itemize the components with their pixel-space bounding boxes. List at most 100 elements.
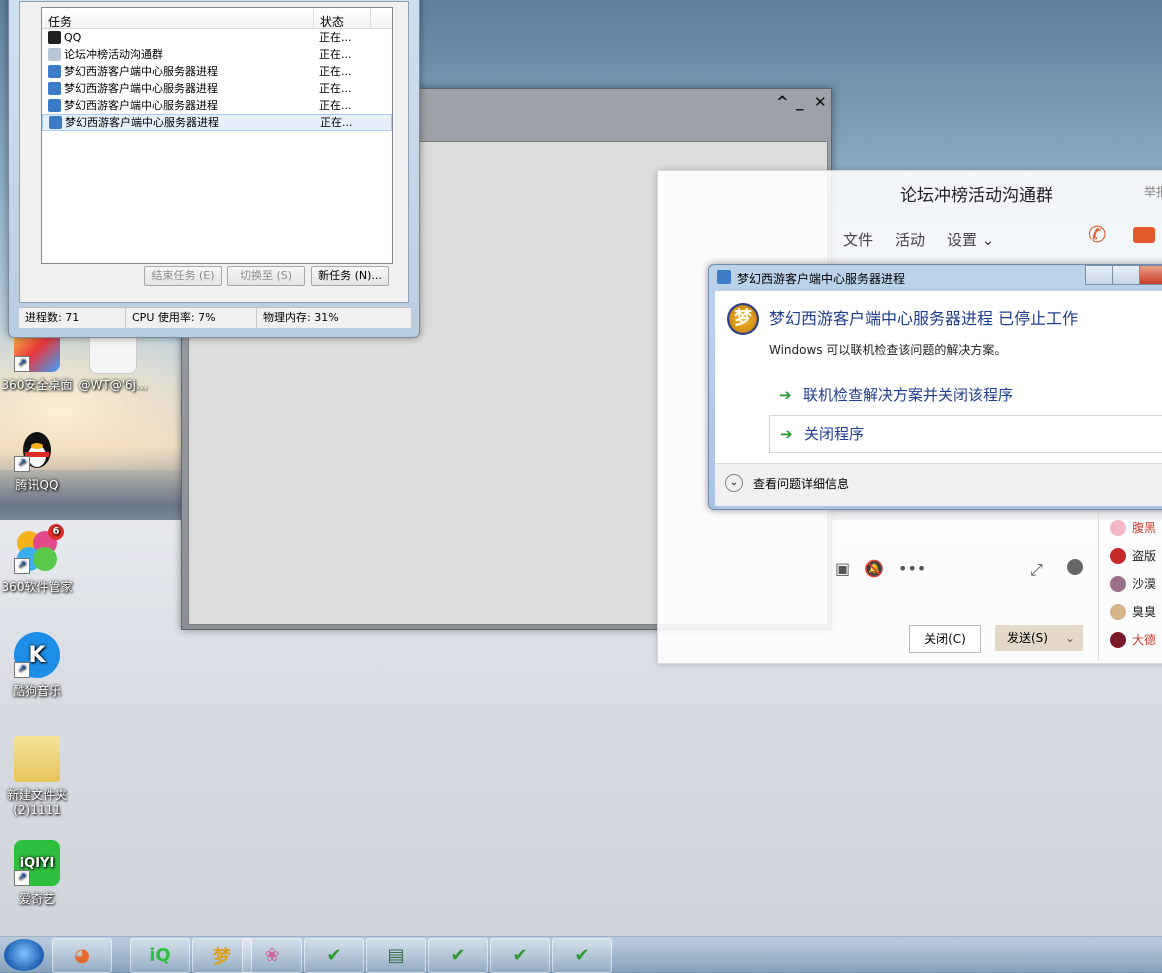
status-bar: 进程数: 71 CPU 使用率: 7% 物理内存: 31% — [19, 307, 411, 328]
mute-icon[interactable]: 🔕 — [864, 559, 884, 578]
list-item[interactable]: 沙漠 — [1110, 575, 1156, 592]
table-row[interactable]: 论坛冲榜活动沟通群 正在... — [42, 46, 392, 63]
chevron-down-icon[interactable]: ⌄ — [1065, 625, 1075, 651]
close-icon[interactable]: ✕ — [814, 93, 827, 111]
member-name: 臭臭 — [1132, 605, 1157, 619]
close-button[interactable] — [1139, 265, 1162, 285]
task-rows: QQ 正在... 论坛冲榜活动沟通群 正在... 梦幻西游客户端中心服务器进程 正在...… — [42, 29, 392, 131]
task-status: 正在... — [319, 65, 352, 78]
taskbar-item-icon[interactable]: ✔ — [428, 938, 488, 973]
avatar — [1110, 631, 1126, 648]
task-name: 论坛冲榜活动沟通群 — [64, 48, 163, 61]
task-list[interactable]: 任务 状态 QQ 正在... 论坛冲榜活动沟通群 正在... 梦幻西游客户端中心服务器进… — [41, 7, 393, 264]
end-task-button[interactable]: 结束任务 (E) — [144, 266, 222, 286]
table-row[interactable]: 梦幻西游客户端中心服务器进程 正在... — [42, 97, 392, 114]
option-label: 关闭程序 — [804, 425, 865, 443]
desktop-icon-kugou[interactable]: K ↗ 酷狗音乐 — [0, 632, 74, 699]
task-status: 正在... — [319, 82, 352, 95]
taskbar-item-icon[interactable]: ✔ — [490, 938, 550, 973]
desktop-icon-label: 爱奇艺 — [18, 892, 55, 906]
desktop-icon-iqiyi[interactable]: iQIYI ↗ 爱奇艺 — [0, 840, 74, 907]
iqiyi-glyph: iQIYI — [19, 855, 55, 871]
folder-icon — [14, 736, 60, 782]
green-arrow-icon: ➔ — [780, 425, 793, 443]
desktop-icon-360-software[interactable]: ↗ 6 360软件管家 — [0, 524, 74, 595]
list-item[interactable]: 腹黑 — [1110, 519, 1156, 536]
taskbar-item-icon[interactable]: ✔ — [552, 938, 612, 973]
taskbar-item-icon[interactable]: iQ — [130, 938, 190, 973]
desktop-icon-qq[interactable]: ↗ 腾讯QQ — [0, 426, 74, 493]
task-name: 梦幻西游客户端中心服务器进程 — [64, 99, 218, 112]
column-header-task[interactable]: 任务 — [42, 8, 314, 29]
video-call-icon[interactable] — [1133, 227, 1155, 243]
table-row[interactable]: QQ 正在... — [42, 29, 392, 46]
column-header-status[interactable]: 状态 — [314, 8, 371, 29]
task-name-cell: 梦幻西游客户端中心服务器进程 — [42, 63, 313, 80]
applications-tab-panel: 任务 状态 QQ 正在... 论坛冲榜活动沟通群 正在... 梦幻西游客户端中心服务器进… — [19, 1, 409, 303]
error-subtext: Windows 可以联机检查该问题的解决方案。 — [769, 343, 1007, 357]
list-item[interactable]: 盗版 — [1110, 547, 1156, 564]
task-manager-window[interactable]: 任务 状态 QQ 正在... 论坛冲榜活动沟通群 正在... 梦幻西游客户端中心服务器进… — [8, 0, 420, 338]
member-name: 腹黑 — [1132, 521, 1157, 535]
task-name-cell: 梦幻西游客户端中心服务器进程 — [42, 80, 313, 97]
minimize-icon[interactable]: _ — [796, 93, 804, 111]
new-task-button[interactable]: 新任务 (N)... — [311, 266, 389, 286]
desktop-icon-folder[interactable]: 新建文件夹(2)1111 — [0, 736, 74, 817]
task-name-cell: QQ — [42, 29, 313, 46]
maximize-button[interactable] — [1112, 265, 1140, 285]
view-details-link[interactable]: 查看问题详细信息 — [753, 475, 849, 492]
taskbar: ◕ iQ 梦 ❀ ✔ ▤ ✔ ✔ ✔ — [0, 936, 1162, 973]
minimize-button[interactable] — [1085, 265, 1113, 285]
task-status: 正在... — [320, 116, 353, 129]
taskbar-item-icon[interactable]: ❀ — [242, 938, 302, 973]
close-chat-button[interactable]: 关闭(C) — [909, 625, 981, 653]
task-name: 梦幻西游客户端中心服务器进程 — [64, 65, 218, 78]
avatar — [1110, 547, 1126, 564]
app-title-icon — [717, 270, 731, 284]
task-status: 正在... — [319, 48, 352, 61]
member-list-divider — [1098, 511, 1099, 661]
task-status: 正在... — [319, 31, 352, 44]
menghuan-logo-icon: 梦 — [727, 303, 759, 335]
send-button[interactable]: 发送(S) ⌄ — [995, 625, 1083, 651]
phone-icon[interactable]: ✆ — [1088, 223, 1106, 248]
desktop-icon-label: @WT@'6j... — [78, 378, 148, 392]
more-icon[interactable]: ••• — [898, 559, 926, 578]
start-button-icon[interactable] — [4, 939, 44, 971]
kugou-glyph: K — [28, 642, 46, 668]
report-link[interactable]: 举报 — [1144, 183, 1162, 200]
table-row[interactable]: 梦幻西游客户端中心服务器进程 正在... — [42, 63, 392, 80]
restore-icon[interactable]: ^ — [776, 93, 789, 111]
qq-icon — [48, 31, 61, 44]
tab-settings[interactable]: 设置 ⌄ — [947, 229, 994, 250]
app-crash-dialog[interactable]: 梦幻西游客户端中心服务器进程 梦 梦幻西游客户端中心服务器进程 已停止工作 Wi… — [708, 264, 1162, 510]
shortcut-arrow-icon: ↗ — [14, 558, 30, 574]
expand-icon[interactable]: ⤢ — [1030, 560, 1043, 580]
close-program-option[interactable]: ➔ 关闭程序 — [769, 415, 1162, 453]
desktop-icon-label: 360安全桌面 — [1, 378, 73, 392]
list-item[interactable]: 大德 — [1110, 631, 1156, 648]
task-list-header: 任务 状态 — [42, 8, 392, 29]
chat-toolbar: ▣ 🔕 ••• — [835, 559, 926, 578]
dialog-footer: ⌄ 查看问题详细信息 — [715, 463, 1162, 506]
tab-files[interactable]: 文件 — [843, 229, 873, 250]
switch-to-button[interactable]: 切换至 (S) — [227, 266, 305, 286]
taskbar-item-icon[interactable]: ✔ — [304, 938, 364, 973]
image-icon[interactable]: ▣ — [835, 559, 850, 578]
taskbar-item-icon[interactable]: ▤ — [366, 938, 426, 973]
taskbar-item-icon[interactable]: ◕ — [52, 938, 112, 973]
table-row[interactable]: 梦幻西游客户端中心服务器进程 正在... — [42, 114, 392, 131]
check-online-option[interactable]: ➔ 联机检查解决方案并关闭该程序 — [769, 377, 1162, 413]
list-item[interactable]: 臭臭 — [1110, 603, 1156, 620]
avatar — [1110, 575, 1126, 592]
app-icon — [48, 65, 61, 78]
table-row[interactable]: 梦幻西游客户端中心服务器进程 正在... — [42, 80, 392, 97]
iqiyi-icon: iQIYI ↗ — [14, 840, 60, 886]
desktop-icon-label: 新建文件夹(2)1111 — [6, 788, 67, 817]
chevron-down-icon[interactable]: ⌄ — [725, 474, 743, 492]
badge-count: 6 — [48, 524, 64, 540]
history-clock-icon[interactable] — [1067, 559, 1083, 575]
tab-activity[interactable]: 活动 — [895, 229, 925, 250]
group-chat-icon — [48, 48, 61, 61]
task-name-cell: 梦幻西游客户端中心服务器进程 — [43, 115, 314, 130]
